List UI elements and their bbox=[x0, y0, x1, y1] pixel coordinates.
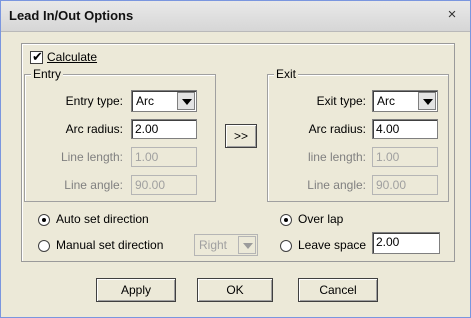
auto-direction-label: Auto set direction bbox=[56, 212, 149, 226]
overlap-radio[interactable] bbox=[280, 214, 292, 226]
chevron-down-icon bbox=[243, 243, 253, 249]
entry-type-select[interactable]: Arc bbox=[131, 90, 197, 112]
calculate-label: Calculate bbox=[47, 50, 98, 64]
entry-line-angle-label: Line angle: bbox=[64, 178, 123, 192]
apply-button[interactable]: Apply bbox=[96, 278, 176, 302]
leave-space-input[interactable]: 2.00 bbox=[372, 232, 440, 254]
radio-selected-dot bbox=[42, 218, 46, 222]
chevron-down-icon bbox=[423, 99, 433, 105]
exit-arc-radius-input[interactable]: 4.00 bbox=[372, 119, 438, 139]
copy-button-label: >> bbox=[233, 129, 248, 143]
entry-arc-radius-label: Arc radius: bbox=[65, 122, 123, 136]
leave-space-radio[interactable] bbox=[280, 240, 292, 252]
radio-selected-dot bbox=[284, 218, 288, 222]
entry-line-length-label: Line length: bbox=[60, 150, 123, 164]
entry-type-dropdown-button[interactable] bbox=[177, 92, 195, 110]
exit-line-length-input: 1.00 bbox=[372, 147, 438, 167]
exit-legend: Exit bbox=[274, 67, 299, 81]
ok-button-label: OK bbox=[226, 283, 244, 297]
exit-line-angle-label: Line angle: bbox=[307, 178, 366, 192]
exit-type-select[interactable]: Arc bbox=[372, 90, 438, 112]
manual-direction-radio[interactable] bbox=[38, 240, 50, 252]
apply-button-label: Apply bbox=[120, 283, 152, 297]
title-bar[interactable]: Lead In/Out Options × bbox=[1, 1, 470, 32]
entry-type-label: Entry type: bbox=[65, 94, 123, 108]
cancel-button[interactable]: Cancel bbox=[298, 278, 378, 302]
copy-entry-to-exit-button[interactable]: >> bbox=[225, 124, 257, 148]
close-icon[interactable]: × bbox=[444, 7, 460, 23]
cancel-button-label: Cancel bbox=[319, 283, 357, 297]
chevron-down-icon bbox=[182, 99, 192, 105]
dialog-window: Lead In/Out Options × ✔ Calculate Entry … bbox=[0, 0, 471, 318]
check-mark-icon: ✔ bbox=[32, 49, 43, 64]
exit-line-length-label: line length: bbox=[307, 150, 366, 164]
overlap-label: Over lap bbox=[298, 212, 344, 226]
options-panel: ✔ Calculate Entry Entry type: Arc Arc ra… bbox=[21, 43, 455, 262]
auto-direction-radio[interactable] bbox=[38, 214, 50, 226]
exit-type-label: Exit type: bbox=[316, 94, 366, 108]
exit-type-value: Arc bbox=[377, 94, 395, 108]
direction-dropdown-button bbox=[238, 236, 256, 254]
leave-space-label: Leave space bbox=[298, 238, 367, 252]
entry-line-length-input: 1.00 bbox=[131, 147, 197, 167]
exit-arc-radius-label: Arc radius: bbox=[308, 122, 366, 136]
dialog-title: Lead In/Out Options bbox=[9, 8, 134, 23]
entry-arc-radius-input[interactable]: 2.00 bbox=[131, 119, 197, 139]
entry-group: Entry Entry type: Arc Arc radius: 2.00 L… bbox=[24, 67, 216, 202]
manual-direction-label: Manual set direction bbox=[56, 238, 164, 252]
exit-group: Exit Exit type: Arc Arc radius: 4.00 lin… bbox=[267, 67, 449, 202]
entry-type-value: Arc bbox=[136, 94, 154, 108]
exit-type-dropdown-button[interactable] bbox=[418, 92, 436, 110]
exit-line-angle-input: 90.00 bbox=[372, 175, 438, 195]
entry-line-angle-input: 90.00 bbox=[131, 175, 197, 195]
direction-value: Right bbox=[199, 238, 228, 252]
calculate-checkbox[interactable]: ✔ bbox=[30, 49, 43, 64]
direction-select: Right bbox=[194, 234, 258, 256]
entry-legend: Entry bbox=[31, 67, 64, 81]
ok-button[interactable]: OK bbox=[197, 278, 273, 302]
